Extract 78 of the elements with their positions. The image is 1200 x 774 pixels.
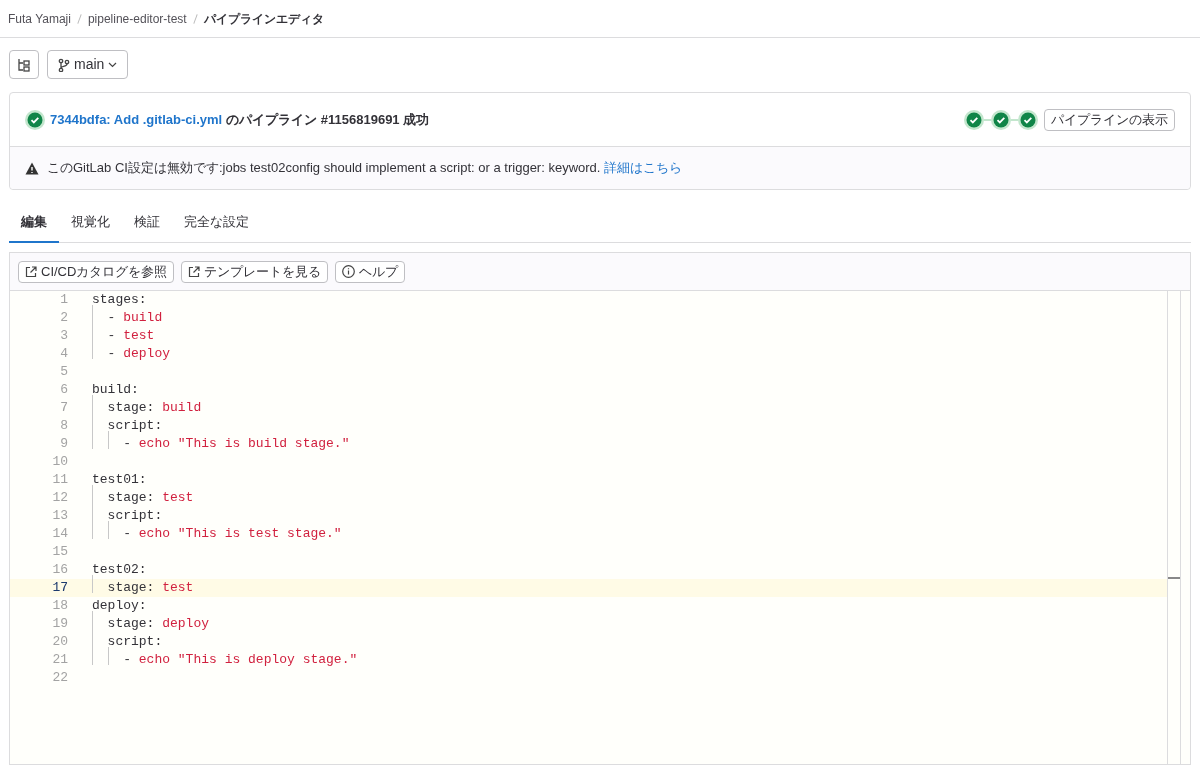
success-status-icon (25, 109, 45, 130)
line-number: 15 (51, 543, 68, 562)
line-number: 1 (59, 291, 68, 310)
code-text: - (106, 310, 117, 326)
line-number: 22 (51, 669, 68, 688)
external-link-icon (25, 265, 37, 278)
code-text: deploy: (92, 598, 147, 614)
code-text: build: (92, 382, 139, 398)
line-number: 10 (51, 453, 68, 472)
code-text: stage: (106, 490, 156, 506)
line-number: 5 (59, 363, 68, 382)
hierarchy-icon (17, 57, 31, 72)
code-value: test (162, 580, 194, 596)
line-number: 21 (51, 651, 68, 670)
line-number: 7 (59, 399, 68, 418)
code-text: stage: (106, 580, 156, 596)
chevron-down-icon (108, 61, 118, 68)
line-number: 2 (59, 309, 68, 328)
line-number: 13 (51, 507, 68, 526)
code-text: - (106, 346, 117, 362)
view-pipeline-button[interactable]: パイプラインの表示 (1044, 108, 1175, 131)
code-text: stage: (106, 616, 156, 632)
line-number: 3 (59, 327, 68, 346)
code-text: - (122, 436, 132, 452)
code-text: test01: (92, 472, 147, 488)
code-value: deploy (162, 616, 210, 632)
code-text: script: (106, 634, 163, 650)
line-number: 16 (51, 561, 68, 580)
line-number: 8 (59, 417, 68, 436)
details-link[interactable]: 詳細はこちら (604, 160, 683, 176)
link-button[interactable]: テンプレートを見る (181, 260, 329, 283)
commit-link[interactable]: 7344bdfa: Add .gitlab-ci.yml (50, 109, 223, 130)
line-number: 6 (59, 381, 68, 400)
code-value: build (123, 310, 163, 326)
branch-dropdown[interactable]: main (47, 50, 129, 79)
line-number: 19 (51, 615, 68, 634)
code-value: build (162, 400, 202, 416)
breadcrumb-link[interactable]: パイプラインエディタ (203, 9, 324, 28)
code-value: echo "This is test stage." (138, 526, 342, 542)
link-button[interactable]: CI/CDカタログを参照 (18, 260, 175, 283)
code-text: script: (106, 418, 163, 434)
help-button[interactable]: ヘルプ (335, 260, 406, 283)
code-text: script: (106, 508, 163, 524)
code-text: test02: (92, 562, 147, 578)
sidebar-toggle-button[interactable] (9, 50, 39, 79)
code-value: test (123, 328, 155, 344)
code-text: - (122, 652, 132, 668)
stage-status-icon[interactable] (991, 109, 1011, 130)
line-number: 18 (51, 597, 68, 616)
info-icon (342, 265, 356, 278)
code-value: echo "This is build stage." (138, 436, 350, 452)
line-number: 11 (51, 471, 68, 490)
line-number: 4 (59, 345, 68, 364)
line-number: 14 (51, 525, 68, 544)
warning-icon (25, 161, 39, 175)
stage-status-icon[interactable] (1018, 109, 1038, 130)
branch-icon (58, 57, 70, 72)
breadcrumb-link[interactable]: Futa Yamaji (8, 9, 71, 28)
tab[interactable]: 検証 (122, 203, 172, 243)
code-text: - (122, 526, 132, 542)
code-text: stage: (106, 400, 156, 416)
code-text: stages: (92, 292, 147, 308)
code-text: - (106, 328, 117, 344)
line-number: 20 (51, 633, 68, 652)
breadcrumb-link[interactable]: pipeline-editor-test (87, 9, 187, 28)
code-value: echo "This is deploy stage." (138, 652, 358, 668)
external-link-icon (188, 265, 201, 278)
code-value: test (162, 490, 194, 506)
tab[interactable]: 視覚化 (59, 203, 122, 243)
pipeline-status-text: のパイプライン #1156819691 成功 (226, 110, 430, 129)
alert-message: このGitLab CI設定は無効です:jobs test02config should implement a script: or a trigger: keyword. (47, 160, 601, 176)
tab[interactable]: 完全な設定 (172, 203, 261, 243)
line-number: 17 (51, 579, 68, 598)
line-number: 12 (51, 489, 68, 508)
tab[interactable]: 編集 (9, 203, 59, 243)
code-value: deploy (123, 346, 171, 362)
line-number: 9 (59, 435, 68, 454)
stage-status-icon[interactable] (964, 109, 984, 130)
